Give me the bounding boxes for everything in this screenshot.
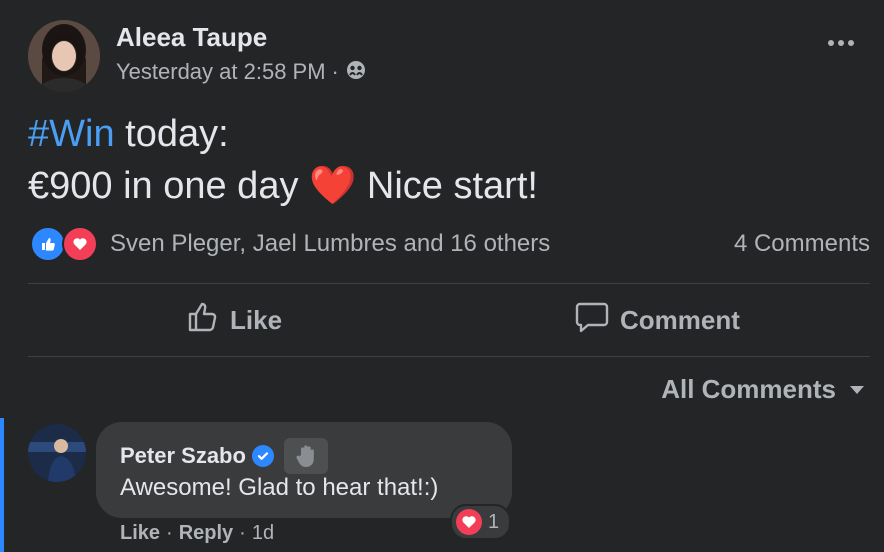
reactions-summary[interactable]: Sven Pleger, Jael Lumbres and 16 others	[30, 226, 550, 262]
hashtag-link[interactable]: #Win	[28, 113, 115, 155]
comments-filter-dropdown[interactable]: All Comments	[661, 374, 864, 405]
comment-actions-separator: ·	[166, 522, 173, 544]
wave-hand-icon	[283, 438, 328, 474]
comment-reaction-badge[interactable]: 1	[450, 504, 512, 540]
more-options-icon[interactable]	[828, 40, 854, 46]
comment-button[interactable]: Comment	[574, 300, 740, 341]
post-line2-before: €900 in one day	[28, 165, 310, 207]
love-reaction-icon	[456, 509, 482, 535]
divider-bottom	[28, 356, 870, 357]
meta-separator: ·	[331, 59, 339, 84]
reactors-list[interactable]: Sven Pleger, Jael Lumbres and 16 others	[110, 230, 550, 258]
heart-emoji: ❤️	[309, 165, 357, 207]
commenter-avatar[interactable]	[28, 424, 86, 482]
post-timestamp[interactable]: Yesterday at 2:58 PM	[116, 59, 326, 85]
thumbs-up-icon	[186, 300, 220, 341]
commenter-name[interactable]: Peter Szabo	[120, 443, 246, 469]
verified-badge-icon	[251, 445, 274, 467]
comment-reply-link[interactable]: Reply	[179, 522, 233, 545]
love-reaction-icon	[62, 226, 98, 262]
comment-actions-separator: ·	[239, 522, 246, 544]
like-reaction-icon	[30, 226, 66, 262]
comment-actions: Like · Reply · 1d	[120, 522, 274, 545]
comment-highlight-bar	[0, 418, 4, 552]
author-avatar[interactable]	[28, 20, 100, 92]
comment-age[interactable]: 1d	[252, 522, 274, 545]
comments-count-link[interactable]: 4 Comments	[734, 230, 870, 258]
commenter-name-row: Peter Szabo	[120, 438, 328, 474]
comment-like-link[interactable]: Like	[120, 522, 160, 545]
reaction-icons	[30, 226, 98, 262]
comment-text: Awesome! Glad to hear that!:)	[120, 474, 439, 501]
comments-filter-label: All Comments	[661, 374, 836, 404]
comment-reaction-count: 1	[488, 510, 500, 533]
chevron-down-icon	[850, 385, 864, 394]
post-meta: Yesterday at 2:58 PM ·	[116, 58, 367, 86]
divider-top	[28, 283, 870, 284]
friends-icon[interactable]	[345, 58, 367, 86]
post-line1-rest: today:	[114, 113, 229, 155]
comment-button-label: Comment	[620, 305, 740, 335]
comment-bubble-icon	[574, 300, 610, 341]
post-author-name[interactable]: Aleea Taupe	[116, 22, 267, 53]
like-button[interactable]: Like	[186, 300, 282, 341]
post-text: #Win today: €900 in one day ❤️ Nice star…	[28, 108, 538, 212]
post-line2-after: Nice start!	[356, 165, 538, 207]
like-button-label: Like	[230, 305, 283, 335]
